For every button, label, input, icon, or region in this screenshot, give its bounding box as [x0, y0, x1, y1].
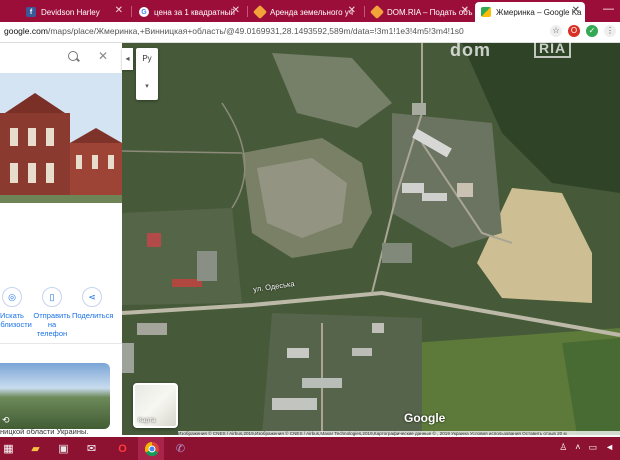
chevron-down-icon: ▾	[145, 83, 149, 90]
address-bar[interactable]: google.com/maps/place/Жмеринка,+Винницка…	[0, 22, 620, 43]
tab-label: Devidson Harley	[41, 7, 100, 17]
chevron-up-icon[interactable]: ˄	[575, 442, 580, 453]
minimize-icon[interactable]: —	[603, 3, 614, 15]
collapse-panel-button[interactable]: ◂	[122, 48, 133, 70]
url-text[interactable]: google.com/maps/place/Жмеринка,+Винницка…	[4, 26, 464, 36]
calculator-icon[interactable]: ▦	[0, 440, 17, 457]
domria-icon	[252, 4, 268, 20]
network-icon[interactable]: ▭	[589, 442, 598, 453]
store-icon[interactable]: ▣	[55, 440, 72, 457]
close-tab-icon[interactable]: ✕	[348, 5, 356, 16]
system-tray: ♙ ˄ ▭ ◄	[559, 442, 614, 453]
send-to-phone-label: Отправить на телефон	[33, 311, 71, 338]
close-tab-icon[interactable]: ✕	[461, 5, 469, 16]
people-icon[interactable]: ♙	[559, 442, 567, 453]
tab-separator	[364, 6, 365, 17]
opera-extension-icon[interactable]: O	[568, 25, 580, 37]
google-icon: G	[139, 7, 149, 17]
chrome-logo	[144, 441, 159, 456]
language-selector[interactable]: Ру ▾	[136, 48, 158, 100]
send-to-phone-button[interactable]: ▯ Отправить на телефон	[32, 287, 72, 338]
360-icon: ⟲	[2, 415, 10, 425]
tab-domria[interactable]: DOM.RIA – Подать объ ✕	[366, 2, 474, 22]
nearby-button[interactable]: ◎ Искать поблизости	[0, 287, 32, 329]
windows-taskbar: ▦ ▰ ▣ ✉ O ✆ ♙ ˄ ▭ ◄	[0, 437, 620, 460]
close-icon[interactable]: ✕	[98, 49, 108, 63]
maps-icon	[481, 7, 491, 17]
extension-icons: ☆ O ✓ ⋮	[550, 25, 616, 37]
close-tab-icon[interactable]: ✕	[572, 5, 580, 16]
tab-google-maps[interactable]: Жмеринка – Google Ka ✕	[475, 2, 585, 22]
chrome-icon[interactable]	[143, 440, 160, 457]
mail-icon[interactable]: ✉	[83, 440, 100, 457]
language-label: Ру	[142, 54, 152, 63]
viber-icon[interactable]: ✆	[172, 440, 189, 457]
church-illustration	[0, 73, 122, 203]
shield-extension-icon[interactable]: ✓	[586, 25, 598, 37]
facebook-icon: f	[26, 7, 36, 17]
tab-label: цена за 1 квадратный	[154, 7, 235, 17]
satellite-imagery	[122, 43, 620, 435]
satellite-map[interactable]	[122, 43, 620, 435]
search-icon[interactable]	[68, 51, 78, 61]
close-tab-icon[interactable]: ✕	[232, 5, 240, 16]
place-panel: ✕ ◎ Искать поблизости ▯ Отправить	[0, 43, 122, 435]
divider	[0, 343, 122, 344]
tab-separator	[247, 6, 248, 17]
opera-icon[interactable]: O	[114, 440, 131, 457]
google-logo: Google	[404, 411, 446, 425]
place-actions: ◎ Искать поблизости ▯ Отправить на телеф…	[0, 287, 122, 338]
phone-icon: ▯	[42, 287, 62, 307]
place-photo-church[interactable]	[0, 73, 122, 203]
place-description: ницкой области Украины.	[0, 427, 89, 436]
street-view-photo[interactable]: ⟲	[0, 363, 110, 429]
tab-arenda[interactable]: Аренда земельного уч ✕	[249, 2, 361, 22]
close-tab-icon[interactable]: ✕	[115, 5, 123, 16]
browser-tab-bar: f Devidson Harley ✕ G цена за 1 квадратн…	[0, 0, 620, 22]
tab-separator	[131, 6, 132, 17]
nearby-label: Искать поблизости	[0, 311, 32, 329]
menu-icon[interactable]: ⋮	[604, 25, 616, 37]
url-host: google.com	[4, 26, 48, 36]
url-path: /maps/place/Жмеринка,+Винницкая+область/…	[47, 26, 464, 36]
file-explorer-icon[interactable]: ▰	[27, 440, 44, 457]
layer-label: Карта	[138, 417, 156, 424]
nearby-icon: ◎	[2, 287, 22, 307]
domria-watermark: dom	[450, 40, 491, 60]
volume-icon[interactable]: ◄	[605, 442, 614, 453]
domria-watermark-ria: RIA	[534, 38, 572, 58]
star-icon[interactable]: ☆	[550, 25, 562, 37]
share-icon: ⋖	[82, 287, 102, 307]
search-box[interactable]: ✕	[0, 43, 122, 74]
share-button[interactable]: ⋖ Поделиться	[72, 287, 114, 320]
share-label: Поделиться	[72, 311, 114, 320]
tab-google-search[interactable]: G цена за 1 квадратный ✕	[133, 2, 245, 22]
tab-devidson-harley[interactable]: f Devidson Harley ✕	[20, 2, 128, 22]
domria-icon	[369, 4, 385, 20]
tab-label: Жмеринка – Google Ka	[496, 7, 582, 17]
map-layer-switcher[interactable]: Карта	[133, 383, 178, 428]
tab-label: Аренда земельного уч	[270, 7, 353, 17]
